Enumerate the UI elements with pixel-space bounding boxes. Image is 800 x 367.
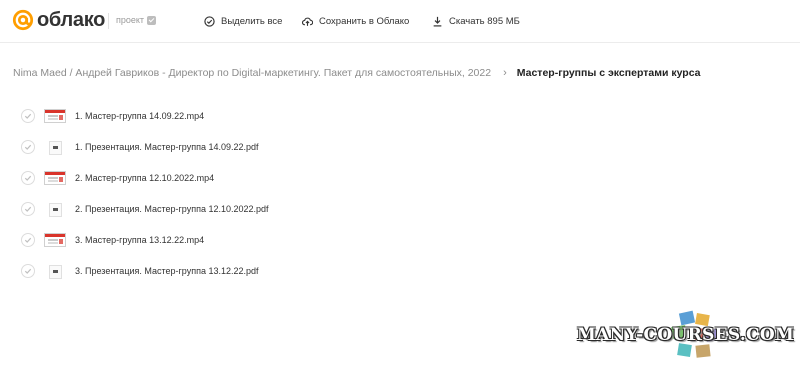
file-name: 1. Мастер-группа 14.09.22.mp4 xyxy=(75,111,205,121)
breadcrumb-parent-link[interactable]: Nima Maed / Андрей Гавриков - Директор п… xyxy=(13,67,491,79)
breadcrumb-current: Мастер-группы с экспертами курса xyxy=(516,67,701,79)
top-toolbar: облако проект Выделить все Сохранить в О… xyxy=(0,0,800,43)
project-badge-icon xyxy=(147,15,157,25)
check-icon xyxy=(24,268,32,274)
at-sign-logo-icon xyxy=(12,9,34,31)
cloud-logo[interactable]: облако xyxy=(12,9,105,31)
select-checkbox[interactable] xyxy=(21,233,35,247)
select-all-label: Выделить все xyxy=(221,15,283,27)
video-thumbnail-icon xyxy=(44,171,66,185)
download-button[interactable]: Скачать 895 МБ xyxy=(432,13,520,29)
save-to-cloud-label: Сохранить в Облако xyxy=(319,15,410,27)
pdf-thumbnail-icon xyxy=(44,202,66,217)
select-checkbox[interactable] xyxy=(21,109,35,123)
video-thumbnail-icon xyxy=(44,109,66,123)
file-name: 3. Мастер-группа 13.12.22.mp4 xyxy=(75,235,205,245)
save-to-cloud-button[interactable]: Сохранить в Облако xyxy=(302,13,409,29)
file-name: 3. Презентация. Мастер-группа 13.12.22.p… xyxy=(75,266,259,276)
video-thumbnail-icon xyxy=(44,233,66,247)
check-icon xyxy=(24,113,32,119)
file-item[interactable]: 1. Мастер-группа 14.09.22.mp4 xyxy=(21,105,521,127)
download-icon xyxy=(433,16,442,26)
file-item[interactable]: 3. Мастер-группа 13.12.22.mp4 xyxy=(21,229,521,251)
chevron-right-icon: › xyxy=(503,67,507,79)
file-item[interactable]: 2. Мастер-группа 12.10.2022.mp4 xyxy=(21,167,521,189)
select-checkbox[interactable] xyxy=(21,171,35,185)
breadcrumb: Nima Maed / Андрей Гавриков - Директор п… xyxy=(13,66,793,80)
logo-text: облако xyxy=(37,9,106,31)
file-name: 2. Презентация. Мастер-группа 12.10.2022… xyxy=(75,204,269,214)
check-icon xyxy=(24,237,32,243)
download-label: Скачать 895 МБ xyxy=(449,15,520,27)
check-circle-icon xyxy=(204,15,215,27)
cloud-upload-icon xyxy=(302,17,313,26)
check-icon xyxy=(24,206,32,212)
file-name: 1. Презентация. Мастер-группа 14.09.22.p… xyxy=(75,142,259,152)
select-checkbox[interactable] xyxy=(21,202,35,216)
select-all-button[interactable]: Выделить все xyxy=(204,13,282,29)
select-checkbox[interactable] xyxy=(21,264,35,278)
pdf-thumbnail-icon xyxy=(44,264,66,279)
header-divider xyxy=(108,13,109,29)
file-item[interactable]: 1. Презентация. Мастер-группа 14.09.22.p… xyxy=(21,136,521,158)
check-icon xyxy=(24,175,32,181)
file-item[interactable]: 3. Презентация. Мастер-группа 13.12.22.p… xyxy=(21,260,521,282)
file-name: 2. Мастер-группа 12.10.2022.mp4 xyxy=(75,173,215,183)
project-label: проект xyxy=(116,15,157,25)
select-checkbox[interactable] xyxy=(21,140,35,154)
watermark-text: MANY-COURSES.COM xyxy=(577,325,795,345)
file-item[interactable]: 2. Презентация. Мастер-группа 12.10.2022… xyxy=(21,198,521,220)
check-icon xyxy=(24,144,32,150)
project-label-text: проект xyxy=(116,15,145,25)
pdf-thumbnail-icon xyxy=(44,140,66,155)
